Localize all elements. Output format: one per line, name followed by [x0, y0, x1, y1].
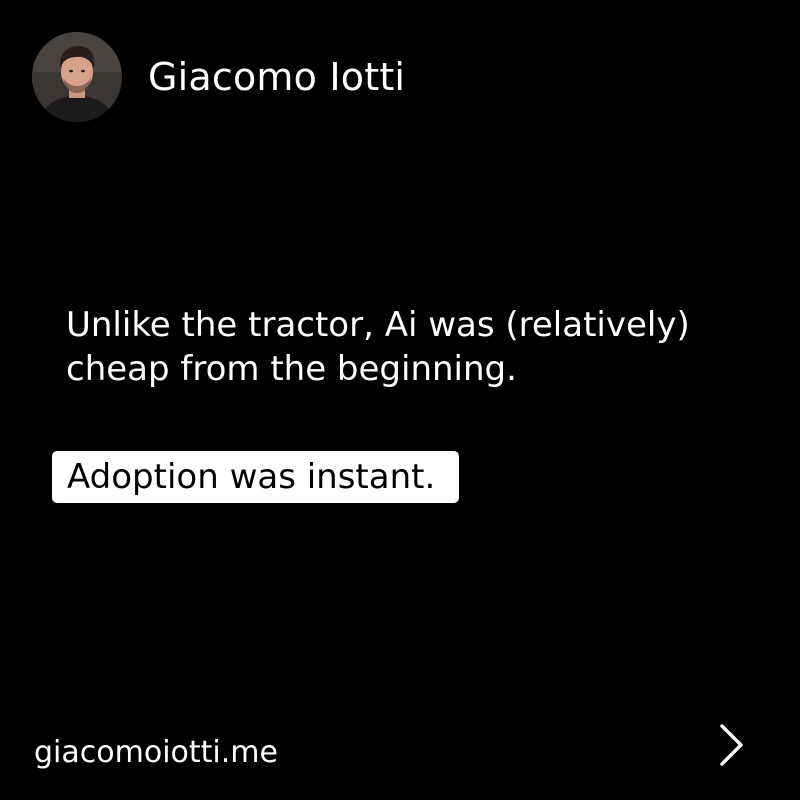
next-button[interactable]	[712, 722, 752, 768]
post-header: Giacomo Iotti	[32, 32, 405, 122]
post-body-line: Unlike the tractor, Ai was (relatively)	[66, 305, 690, 345]
person-portrait-icon	[32, 32, 122, 122]
highlighted-statement-text: Adoption was instant.	[67, 457, 436, 497]
chevron-right-icon	[720, 724, 743, 766]
avatar	[32, 32, 122, 122]
post-body-line: cheap from the beginning.	[66, 349, 517, 389]
highlighted-statement: Adoption was instant.	[52, 451, 460, 503]
post-body: Unlike the tractor, Ai was (relatively) …	[66, 303, 756, 391]
author-name: Giacomo Iotti	[148, 55, 406, 99]
website-link[interactable]: giacomoiotti.me	[34, 738, 278, 768]
